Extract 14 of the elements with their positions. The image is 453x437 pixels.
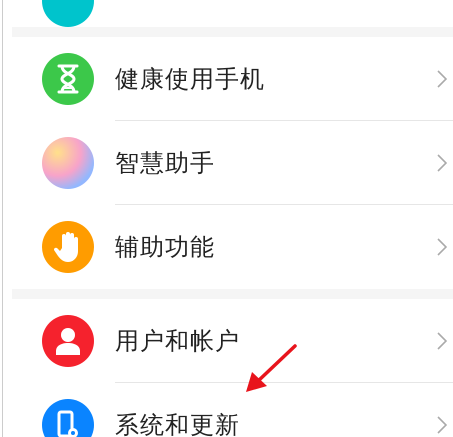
menu-item-label[interactable]: 辅助功能 bbox=[115, 231, 215, 263]
chevron-right-icon bbox=[437, 154, 447, 172]
chevron-right-icon bbox=[437, 416, 447, 434]
chevron-right-icon bbox=[437, 70, 447, 88]
chevron-right-icon bbox=[437, 238, 447, 256]
menu-item-label[interactable]: 用户和帐户 bbox=[115, 324, 240, 356]
annotation-arrow bbox=[246, 344, 297, 392]
menu-item-label[interactable]: 智慧助手 bbox=[115, 146, 215, 178]
chevron-right-icon bbox=[437, 332, 447, 350]
menu-item-label[interactable]: 系统和更新 bbox=[115, 409, 240, 437]
hourglass-icon bbox=[56, 64, 80, 94]
gradient-swirl-icon bbox=[42, 137, 94, 189]
person-icon bbox=[55, 327, 81, 355]
menu-item-label[interactable]: 健康使用手机 bbox=[115, 62, 265, 94]
